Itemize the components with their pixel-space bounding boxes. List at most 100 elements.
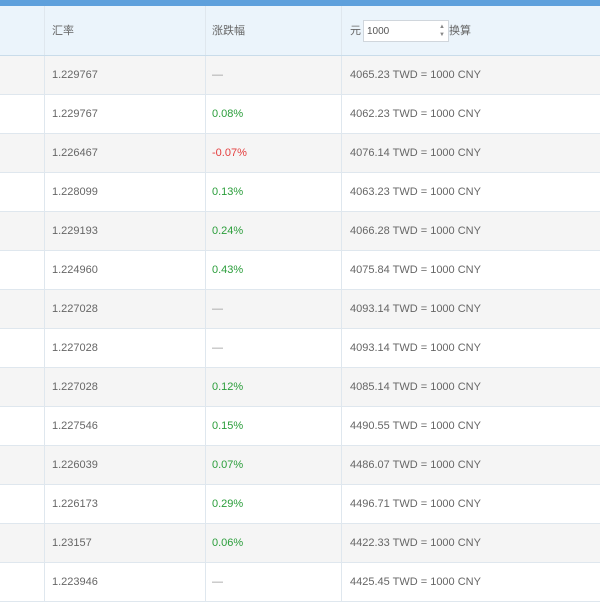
column-divider [205, 368, 206, 406]
row-index-cell [0, 95, 45, 133]
column-divider [205, 446, 206, 484]
column-divider [341, 134, 342, 172]
conversion-cell: 4093.14 TWD = 1000 CNY [350, 342, 481, 354]
change-cell: 0.29% [212, 498, 244, 510]
table-row: 1.227028 0.12% 4085.14 TWD = 1000 CNY [0, 368, 600, 407]
column-divider [205, 95, 206, 133]
exchange-rate-table: 汇率 涨跌幅 元 ▲ ▼ 换算 1.229767 — 4065.23 TWD = 1… [0, 6, 600, 602]
column-divider [341, 563, 342, 601]
conversion-cell: 4490.55 TWD = 1000 CNY [350, 420, 481, 432]
table-row: 1.227546 0.15% 4490.55 TWD = 1000 CNY [0, 407, 600, 446]
rate-cell: 1.23157 [52, 537, 92, 549]
table-row: 1.23157 0.06% 4422.33 TWD = 1000 CNY [0, 524, 600, 563]
rate-cell: 1.227028 [52, 381, 98, 393]
column-divider [205, 290, 206, 328]
column-divider [205, 173, 206, 211]
conversion-cell: 4422.33 TWD = 1000 CNY [350, 537, 481, 549]
row-index-cell [0, 290, 45, 328]
column-divider [341, 56, 342, 94]
rate-cell: 1.226173 [52, 498, 98, 510]
conversion-cell: 4063.23 TWD = 1000 CNY [350, 186, 481, 198]
conversion-cell: 4425.45 TWD = 1000 CNY [350, 576, 481, 588]
row-index-cell [0, 329, 45, 367]
column-divider [341, 329, 342, 367]
column-divider [205, 485, 206, 523]
change-cell: 0.24% [212, 225, 244, 237]
column-divider [341, 485, 342, 523]
column-divider [341, 95, 342, 133]
row-index-cell [0, 56, 45, 94]
column-divider [205, 6, 206, 55]
rate-cell: 1.227028 [52, 303, 98, 315]
table-row: 1.227028 — 4093.14 TWD = 1000 CNY [0, 290, 600, 329]
change-cell: — [212, 576, 223, 588]
row-index-cell [0, 407, 45, 445]
column-divider [205, 524, 206, 562]
column-divider [205, 251, 206, 289]
conversion-cell: 4066.28 TWD = 1000 CNY [350, 225, 481, 237]
table-body: 1.229767 — 4065.23 TWD = 1000 CNY 1.229767 0… [0, 56, 600, 602]
change-cell: — [212, 342, 223, 354]
column-divider [341, 251, 342, 289]
conversion-cell: 4496.71 TWD = 1000 CNY [350, 498, 481, 510]
rate-cell: 1.226467 [52, 147, 98, 159]
change-cell: 0.12% [212, 381, 244, 393]
row-index-cell [0, 134, 45, 172]
row-index-cell [0, 368, 45, 406]
change-cell: 0.43% [212, 264, 244, 276]
conversion-cell: 4065.23 TWD = 1000 CNY [350, 69, 481, 81]
change-cell: 0.08% [212, 108, 244, 120]
conversion-cell: 4062.23 TWD = 1000 CNY [350, 108, 481, 120]
conversion-cell: 4486.07 TWD = 1000 CNY [350, 459, 481, 471]
rate-cell: 1.229767 [52, 108, 98, 120]
row-index-cell [0, 173, 45, 211]
header-index-cell [0, 6, 45, 55]
stepper-up-icon[interactable]: ▲ [439, 23, 447, 31]
table-row: 1.226173 0.29% 4496.71 TWD = 1000 CNY [0, 485, 600, 524]
column-divider [205, 212, 206, 250]
header-conversion: 元 ▲ ▼ 换算 [350, 6, 600, 55]
row-index-cell [0, 524, 45, 562]
table-row: 1.226039 0.07% 4486.07 TWD = 1000 CNY [0, 446, 600, 485]
amount-suffix: 换算 [449, 25, 471, 37]
change-cell: -0.07% [212, 147, 247, 159]
column-divider [205, 407, 206, 445]
column-divider [205, 329, 206, 367]
amount-stepper[interactable]: ▲ ▼ [439, 20, 447, 42]
row-index-cell [0, 251, 45, 289]
conversion-cell: 4093.14 TWD = 1000 CNY [350, 303, 481, 315]
column-divider [341, 6, 342, 55]
column-divider [341, 524, 342, 562]
rate-cell: 1.223946 [52, 576, 98, 588]
change-cell: 0.15% [212, 420, 244, 432]
table-header: 汇率 涨跌幅 元 ▲ ▼ 换算 [0, 6, 600, 56]
change-cell: — [212, 303, 223, 315]
rate-cell: 1.229193 [52, 225, 98, 237]
conversion-cell: 4076.14 TWD = 1000 CNY [350, 147, 481, 159]
table-row: 1.226467 -0.07% 4076.14 TWD = 1000 CNY [0, 134, 600, 173]
amount-control: 元 ▲ ▼ 换算 [350, 6, 471, 56]
table-row: 1.228099 0.13% 4063.23 TWD = 1000 CNY [0, 173, 600, 212]
amount-prefix: 元 [350, 25, 361, 37]
column-divider [341, 173, 342, 211]
amount-input[interactable] [363, 20, 449, 42]
stepper-down-icon[interactable]: ▼ [439, 31, 447, 39]
conversion-cell: 4075.84 TWD = 1000 CNY [350, 264, 481, 276]
table-row: 1.229767 — 4065.23 TWD = 1000 CNY [0, 56, 600, 95]
rate-cell: 1.228099 [52, 186, 98, 198]
column-divider [341, 407, 342, 445]
column-divider [205, 563, 206, 601]
table-row: 1.229767 0.08% 4062.23 TWD = 1000 CNY [0, 95, 600, 134]
change-cell: 0.06% [212, 537, 244, 549]
change-cell: 0.07% [212, 459, 244, 471]
table-row: 1.223946 — 4425.45 TWD = 1000 CNY [0, 563, 600, 602]
column-divider [341, 290, 342, 328]
row-index-cell [0, 212, 45, 250]
rate-cell: 1.224960 [52, 264, 98, 276]
row-index-cell [0, 485, 45, 523]
rate-cell: 1.227028 [52, 342, 98, 354]
rate-cell: 1.227546 [52, 420, 98, 432]
header-rate: 汇率 [52, 25, 74, 37]
column-divider [341, 446, 342, 484]
header-change: 涨跌幅 [212, 25, 245, 37]
